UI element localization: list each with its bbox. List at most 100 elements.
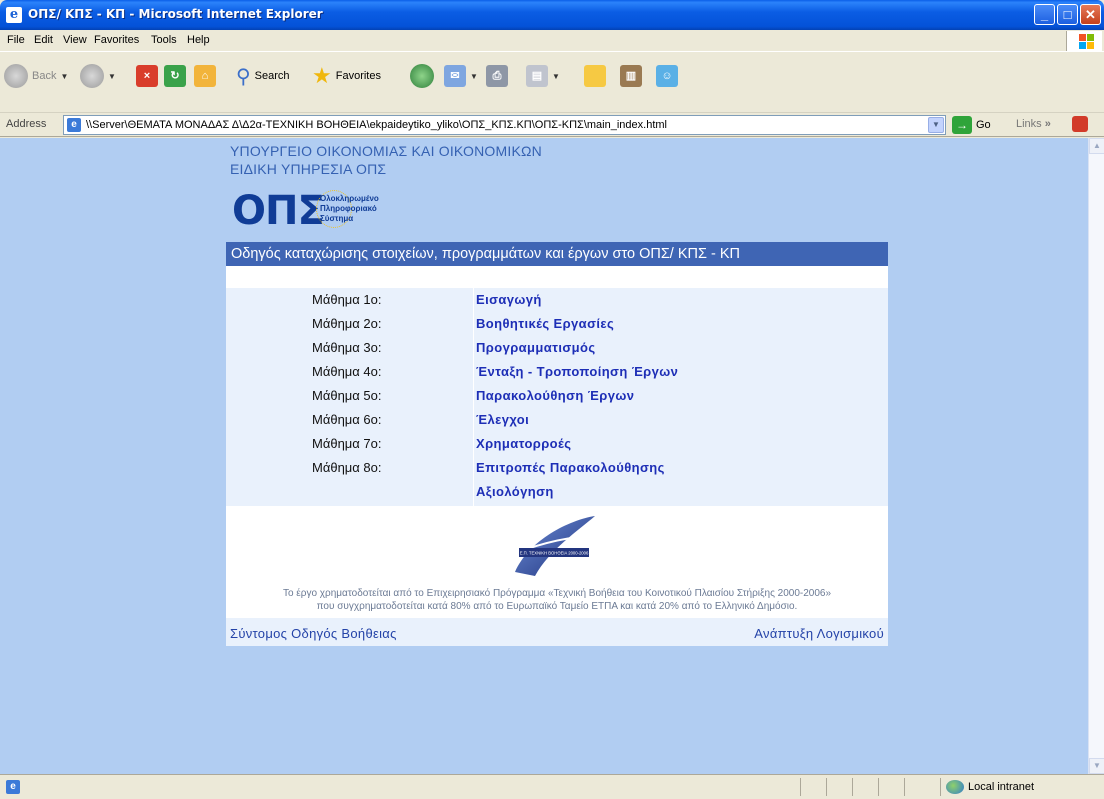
- search-button[interactable]: ⚲ Search: [236, 61, 290, 91]
- divider: [878, 778, 879, 796]
- quick-help-link[interactable]: Σύντομος Οδηγός Βοήθειας: [230, 626, 397, 641]
- list-item: Μάθημα 4ο: Ένταξη - Τροποποίηση Έργων: [226, 361, 888, 384]
- lesson-number: Μάθημα 4ο:: [312, 364, 382, 379]
- refresh-icon: ↻: [164, 65, 186, 87]
- menu-edit[interactable]: Edit: [34, 34, 53, 46]
- links-text: Links: [1016, 118, 1042, 130]
- maximize-button[interactable]: □: [1057, 4, 1078, 25]
- search-label: Search: [254, 70, 290, 82]
- edit-button[interactable]: ▤ ▼: [526, 61, 560, 91]
- lesson-link-committees[interactable]: Επιτροπές Παρακολούθησης: [476, 460, 665, 475]
- technical-assistance-logo: Ε.Π. ΤΕΧΝΙΚΗ ΒΟΗΘΕΙΑ 2000-2006: [512, 516, 598, 576]
- lesson-link-auxiliary-tasks[interactable]: Βοηθητικές Εργασίες: [476, 316, 614, 331]
- local-intranet-icon: [946, 780, 964, 794]
- lesson-link-evaluation[interactable]: Αξιολόγηση: [476, 484, 554, 499]
- home-icon: ⌂: [194, 65, 216, 87]
- address-label: Address: [6, 118, 47, 130]
- star-icon: ★: [312, 63, 332, 88]
- page-icon: e: [67, 118, 81, 132]
- security-zone[interactable]: Local intranet: [946, 780, 1034, 794]
- window-title-bar[interactable]: e ΟΠΣ/ ΚΠΣ - ΚΠ - Microsoft Internet Exp…: [0, 0, 1104, 30]
- funding-line-2: που συγχρηματοδοτείται κατά 80% από το Ε…: [316, 601, 798, 612]
- mail-button[interactable]: ✉ ▼: [444, 61, 478, 91]
- home-button[interactable]: ⌂: [194, 61, 216, 91]
- chevron-down-icon: ▼: [470, 71, 478, 81]
- lesson-number: Μάθημα 6ο:: [312, 412, 382, 427]
- favorites-label: Favorites: [335, 70, 381, 82]
- software-development-link[interactable]: Ανάπτυξη Λογισμικού: [754, 626, 884, 641]
- scroll-down-icon[interactable]: ▼: [1089, 758, 1104, 774]
- logo-sub-1: Ολοκληρωμένο: [320, 194, 379, 203]
- list-item: Μάθημα 5ο: Παρακολούθηση Έργων: [226, 385, 888, 408]
- logo-sub-3: Σύστημα: [320, 214, 354, 223]
- list-item: Μάθημα 6ο: Έλεγχοι: [226, 409, 888, 432]
- address-url: \\Server\ΘΕΜΑΤΑ ΜΟΝΑΔΑΣ Δ\Δ2α-ΤΕΧΝΙΚΗ ΒΟ…: [86, 119, 667, 131]
- edit-page-icon: ▤: [526, 65, 548, 87]
- favorites-button[interactable]: ★ Favorites: [312, 61, 381, 91]
- forward-arrow-icon: [80, 64, 104, 88]
- lesson-link-programming[interactable]: Προγραμματισμός: [476, 340, 596, 355]
- windows-logo-icon: [1066, 31, 1102, 51]
- close-button[interactable]: ✕: [1080, 4, 1101, 25]
- folder-icon: [584, 65, 606, 87]
- minimize-button[interactable]: _: [1034, 4, 1055, 25]
- lesson-link-checks[interactable]: Έλεγχοι: [476, 412, 529, 427]
- go-button[interactable]: → Go: [952, 116, 991, 134]
- menu-view[interactable]: View: [63, 34, 87, 46]
- menu-help[interactable]: Help: [187, 34, 210, 46]
- lesson-link-monitoring[interactable]: Παρακολούθηση Έργων: [476, 388, 634, 403]
- menu-tools[interactable]: Tools: [151, 34, 177, 46]
- mail-icon: ✉: [444, 65, 466, 87]
- ops-logo: ΟΠΣ Ολοκληρωμένο Πληροφοριακό Σύστημα: [232, 188, 422, 234]
- divider: [826, 778, 827, 796]
- ta-logo-text: Ε.Π. ΤΕΧΝΙΚΗ ΒΟΗΘΕΙΑ 2000-2006: [520, 551, 589, 556]
- forward-button[interactable]: ▼: [80, 61, 116, 91]
- go-label: Go: [976, 119, 991, 131]
- address-dropdown-icon[interactable]: ▼: [928, 117, 944, 133]
- toolbar-extension-icon[interactable]: [1072, 116, 1088, 132]
- back-button[interactable]: Back ▼: [4, 61, 68, 91]
- history-button[interactable]: [410, 61, 434, 91]
- lesson-number: Μάθημα 1ο:: [312, 292, 382, 307]
- menu-file[interactable]: File: [7, 34, 25, 46]
- research-button[interactable]: ▥: [620, 61, 642, 91]
- list-item: Μάθημα 7ο: Χρηματορροές: [226, 433, 888, 456]
- divider: [800, 778, 801, 796]
- lesson-number: Μάθημα 5ο:: [312, 388, 382, 403]
- funding-note: Το έργο χρηματοδοτείται από το Επιχειρησ…: [226, 587, 888, 613]
- status-bar: e Local intranet: [0, 774, 1104, 799]
- scroll-up-icon[interactable]: ▲: [1089, 138, 1104, 154]
- divider: [940, 778, 941, 796]
- lesson-link-inclusion[interactable]: Ένταξη - Τροποποίηση Έργων: [476, 364, 678, 379]
- list-item: Αξιολόγηση: [226, 481, 888, 504]
- list-item: Μάθημα 2ο: Βοηθητικές Εργασίες: [226, 313, 888, 336]
- ie-icon: e: [6, 7, 22, 23]
- search-icon: ⚲: [236, 65, 251, 88]
- links-label[interactable]: Links »: [1016, 118, 1051, 130]
- service-name: ΕΙΔΙΚΗ ΥΠΗΡΕΣΙΑ ΟΠΣ: [230, 161, 387, 177]
- lesson-number: Μάθημα 2ο:: [312, 316, 382, 331]
- vertical-scrollbar[interactable]: ▲ ▼: [1088, 138, 1104, 774]
- list-item: Μάθημα 3ο: Προγραμματισμός: [226, 337, 888, 360]
- print-button[interactable]: ⎙: [486, 61, 508, 91]
- page-viewport: ΥΠΟΥΡΓΕΙΟ ΟΙΚΟΝΟΜΙΑΣ ΚΑΙ ΟΙΚΟΝΟΜΙΚΩΝ ΕΙΔ…: [0, 138, 1088, 774]
- history-icon: [410, 64, 434, 88]
- refresh-button[interactable]: ↻: [164, 61, 186, 91]
- funding-line-1: Το έργο χρηματοδοτείται από το Επιχειρησ…: [282, 588, 832, 599]
- go-arrow-icon: →: [952, 116, 972, 134]
- folder-button[interactable]: [584, 61, 606, 91]
- list-item: Μάθημα 1ο: Εισαγωγή: [226, 289, 888, 312]
- messenger-button[interactable]: ☺: [656, 61, 678, 91]
- lesson-number: Μάθημα 7ο:: [312, 436, 382, 451]
- bottom-links: Σύντομος Οδηγός Βοήθειας Ανάπτυξη Λογισμ…: [226, 618, 888, 646]
- standard-toolbar: Back ▼ ▼ × ↻ ⌂ ⚲ Search ★ Favorites ✉ ▼ …: [0, 53, 1104, 113]
- stop-button[interactable]: ×: [136, 61, 158, 91]
- menu-favorites[interactable]: Favorites: [94, 34, 139, 46]
- address-input[interactable]: e \\Server\ΘΕΜΑΤΑ ΜΟΝΑΔΑΣ Δ\Δ2α-ΤΕΧΝΙΚΗ …: [63, 115, 946, 135]
- stop-icon: ×: [136, 65, 158, 87]
- zone-label: Local intranet: [968, 781, 1035, 793]
- lesson-link-cashflows[interactable]: Χρηματορροές: [476, 436, 571, 451]
- divider: [852, 778, 853, 796]
- lesson-link-introduction[interactable]: Εισαγωγή: [476, 292, 542, 307]
- chevron-down-icon: ▼: [108, 71, 116, 81]
